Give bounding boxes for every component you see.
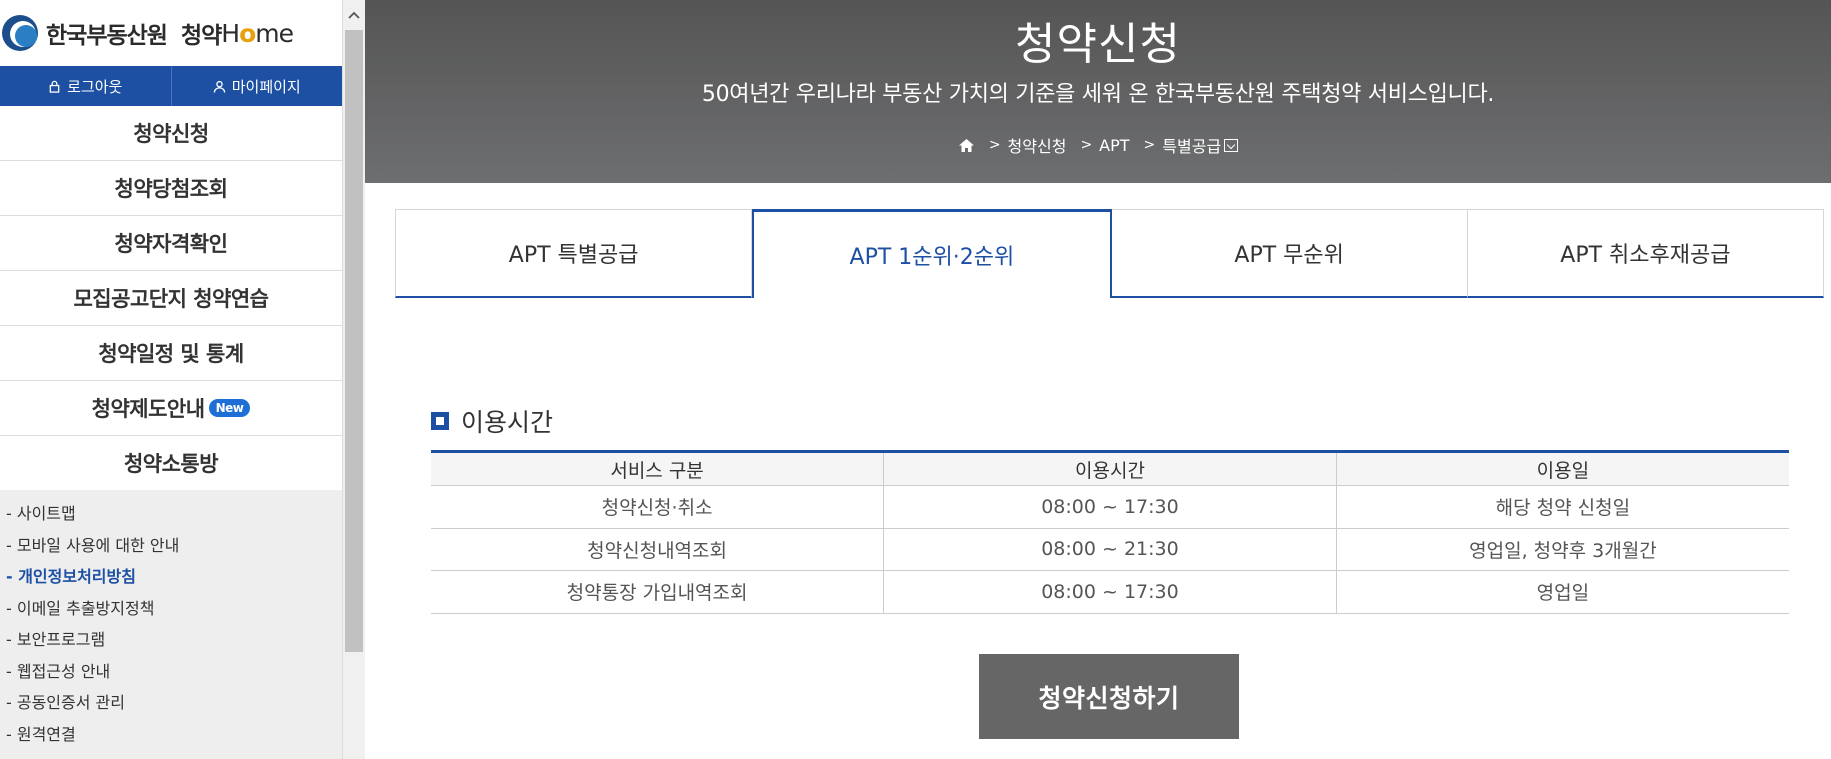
tab-special-supply[interactable]: APT 특별공급 (395, 209, 753, 298)
table-cell: 청약신청·취소 (431, 485, 884, 529)
sidebar-item-eligibility[interactable]: 청약자격확인 (0, 216, 342, 271)
logo-service-name: 청약 (180, 23, 222, 49)
sidebar-item-label: 청약제도안내 (91, 397, 205, 421)
link-security-program[interactable]: - 보안프로그램 (0, 630, 342, 662)
sidebar: 한국부동산원 청약 Home 로그아웃 마이페이지 청약신청 청약당첨조회 청약… (0, 0, 342, 759)
account-bar: 로그아웃 마이페이지 (0, 66, 342, 106)
table-cell: 해당 청약 신청일 (1335, 485, 1789, 529)
table-cell: 08:00 ~ 21:30 (883, 528, 1337, 571)
apply-button[interactable]: 청약신청하기 (979, 654, 1239, 739)
column-header: 이용시간 (883, 451, 1337, 486)
page-title: 청약신청 (1015, 19, 1181, 70)
lock-icon (49, 80, 60, 93)
breadcrumb-item[interactable]: 청약신청 (1008, 133, 1067, 157)
table-cell: 08:00 ~ 17:30 (883, 485, 1337, 529)
sidebar-item-label: 청약자격확인 (114, 232, 228, 256)
page-description: 50여년간 우리나라 부동산 가치의 기준을 세워 온 한국부동산원 주택청약 … (701, 82, 1495, 107)
logo-home-word: Home (221, 18, 294, 48)
home-icon[interactable] (958, 138, 975, 153)
sidebar-item-winner-check[interactable]: 청약당첨조회 (0, 161, 342, 216)
logo-mark-icon (2, 15, 38, 51)
sidebar-item-label: 청약당첨조회 (114, 177, 228, 201)
link-privacy-policy[interactable]: - 개인정보처리방침 (0, 567, 342, 599)
utility-links: - 사이트맵 - 모바일 사용에 대한 안내 - 개인정보처리방침 - 이메일 … (0, 490, 342, 759)
scroll-up-button[interactable] (343, 0, 365, 30)
logout-button[interactable]: 로그아웃 (0, 66, 171, 106)
mypage-label: 마이페이지 (231, 77, 301, 96)
chevron-up-icon (348, 11, 360, 19)
sidebar-item-label: 청약신청 (133, 122, 209, 146)
table-cell: 청약신청내역조회 (431, 528, 884, 571)
column-header: 서비스 구분 (431, 451, 884, 486)
new-badge: New (208, 399, 251, 417)
table-row: 청약신청·취소 08:00 ~ 17:30 해당 청약 신청일 (431, 485, 1789, 529)
sidebar-item-label: 청약일정 및 통계 (98, 342, 244, 366)
page-header: 청약신청 50여년간 우리나라 부동산 가치의 기준을 세워 온 한국부동산원 … (365, 0, 1831, 183)
sidebar-item-label: 청약소통방 (123, 452, 219, 476)
section-title: 이용시간 (431, 403, 553, 439)
sidebar-item-practice[interactable]: 모집공고단지 청약연습 (0, 271, 342, 326)
chevron-right-icon: > (1143, 137, 1156, 153)
table-row: 청약통장 가입내역조회 08:00 ~ 17:30 영업일 (431, 570, 1789, 614)
column-header: 이용일 (1335, 451, 1789, 486)
tab-cancel-resupply[interactable]: APT 취소후재공급 (1467, 209, 1824, 298)
logo[interactable]: 한국부동산원 청약 Home (0, 0, 342, 66)
table-cell: 영업일 (1335, 570, 1789, 614)
tab-first-second-rank[interactable]: APT 1순위·2순위 (752, 209, 1112, 298)
table-header-row: 서비스 구분 이용시간 이용일 (431, 451, 1789, 486)
table-row: 청약신청내역조회 08:00 ~ 21:30 영업일, 청약후 3개월간 (431, 528, 1789, 571)
table-cell: 영업일, 청약후 3개월간 (1335, 528, 1789, 571)
tab-no-rank[interactable]: APT 무순위 (1111, 209, 1468, 298)
sidebar-item-apply[interactable]: 청약신청 (0, 106, 342, 161)
sidebar-item-label: 모집공고단지 청약연습 (73, 287, 269, 311)
sidebar-item-community[interactable]: 청약소통방 (0, 436, 342, 491)
page: 한국부동산원 청약 Home 로그아웃 마이페이지 청약신청 청약당첨조회 청약… (0, 0, 1831, 759)
link-remote-support[interactable]: - 원격연결 (0, 725, 342, 757)
table-cell: 08:00 ~ 17:30 (883, 570, 1337, 614)
mypage-button[interactable]: 마이페이지 (170, 66, 343, 106)
sidebar-item-guide[interactable]: 청약제도안내 New (0, 381, 342, 436)
scroll-thumb[interactable] (345, 30, 363, 652)
breadcrumb-item[interactable]: APT (1099, 136, 1129, 155)
table-cell: 청약통장 가입내역조회 (431, 570, 884, 614)
link-mobile-guide[interactable]: - 모바일 사용에 대한 안내 (0, 536, 342, 568)
link-sitemap[interactable]: - 사이트맵 (0, 504, 342, 536)
breadcrumb-current-label: 특별공급 (1162, 137, 1222, 156)
section-title-label: 이용시간 (461, 408, 554, 437)
sidebar-item-schedule[interactable]: 청약일정 및 통계 (0, 326, 342, 381)
link-accessibility[interactable]: - 웹접근성 안내 (0, 662, 342, 694)
dropdown-icon[interactable] (1224, 138, 1239, 152)
breadcrumb-item-current[interactable]: 특별공급 (1162, 133, 1239, 157)
logo-org-name: 한국부동산원 (46, 23, 168, 49)
sidebar-scrollbar[interactable] (342, 0, 365, 759)
apt-tabs: APT 특별공급 APT 1순위·2순위 APT 무순위 APT 취소후재공급 (395, 209, 1824, 298)
link-certificate[interactable]: - 공동인증서 관리 (0, 693, 342, 725)
user-icon (213, 80, 225, 93)
sidebar-menu: 청약신청 청약당첨조회 청약자격확인 모집공고단지 청약연습 청약일정 및 통계… (0, 106, 342, 491)
chevron-right-icon: > (1080, 137, 1093, 153)
chevron-right-icon: > (988, 137, 1001, 153)
link-email-policy[interactable]: - 이메일 추출방지정책 (0, 599, 342, 631)
breadcrumb: > 청약신청 > APT > 특별공급 (365, 133, 1831, 157)
square-bullet-icon (431, 412, 449, 430)
usage-time-table: 서비스 구분 이용시간 이용일 청약신청·취소 08:00 ~ 17:30 해당… (431, 450, 1789, 614)
logout-label: 로그아웃 (67, 77, 123, 96)
